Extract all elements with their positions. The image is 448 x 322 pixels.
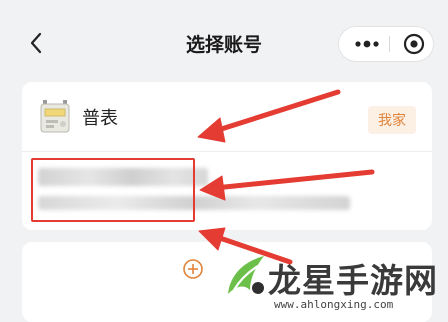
account-header-row: 普表 我家 — [22, 82, 432, 152]
account-name: 普表 — [82, 108, 118, 129]
add-circle-icon[interactable] — [182, 258, 204, 280]
mini-program-capsule — [338, 26, 434, 62]
gas-meter-icon — [40, 100, 70, 134]
navigation-bar: 选择账号 — [0, 0, 448, 74]
watermark-url: www.ahlongxing.com — [274, 298, 394, 311]
home-tag-badge: 我家 — [368, 106, 416, 134]
close-button[interactable] — [397, 27, 431, 61]
capsule-divider — [389, 36, 390, 52]
more-dots-icon — [355, 40, 379, 48]
more-button[interactable] — [347, 27, 387, 61]
watermark-logo-icon — [220, 250, 272, 302]
target-close-icon — [403, 33, 425, 55]
watermark-brand-text: 龙星手游网 — [268, 261, 438, 300]
annotation-highlight-box — [31, 158, 195, 222]
